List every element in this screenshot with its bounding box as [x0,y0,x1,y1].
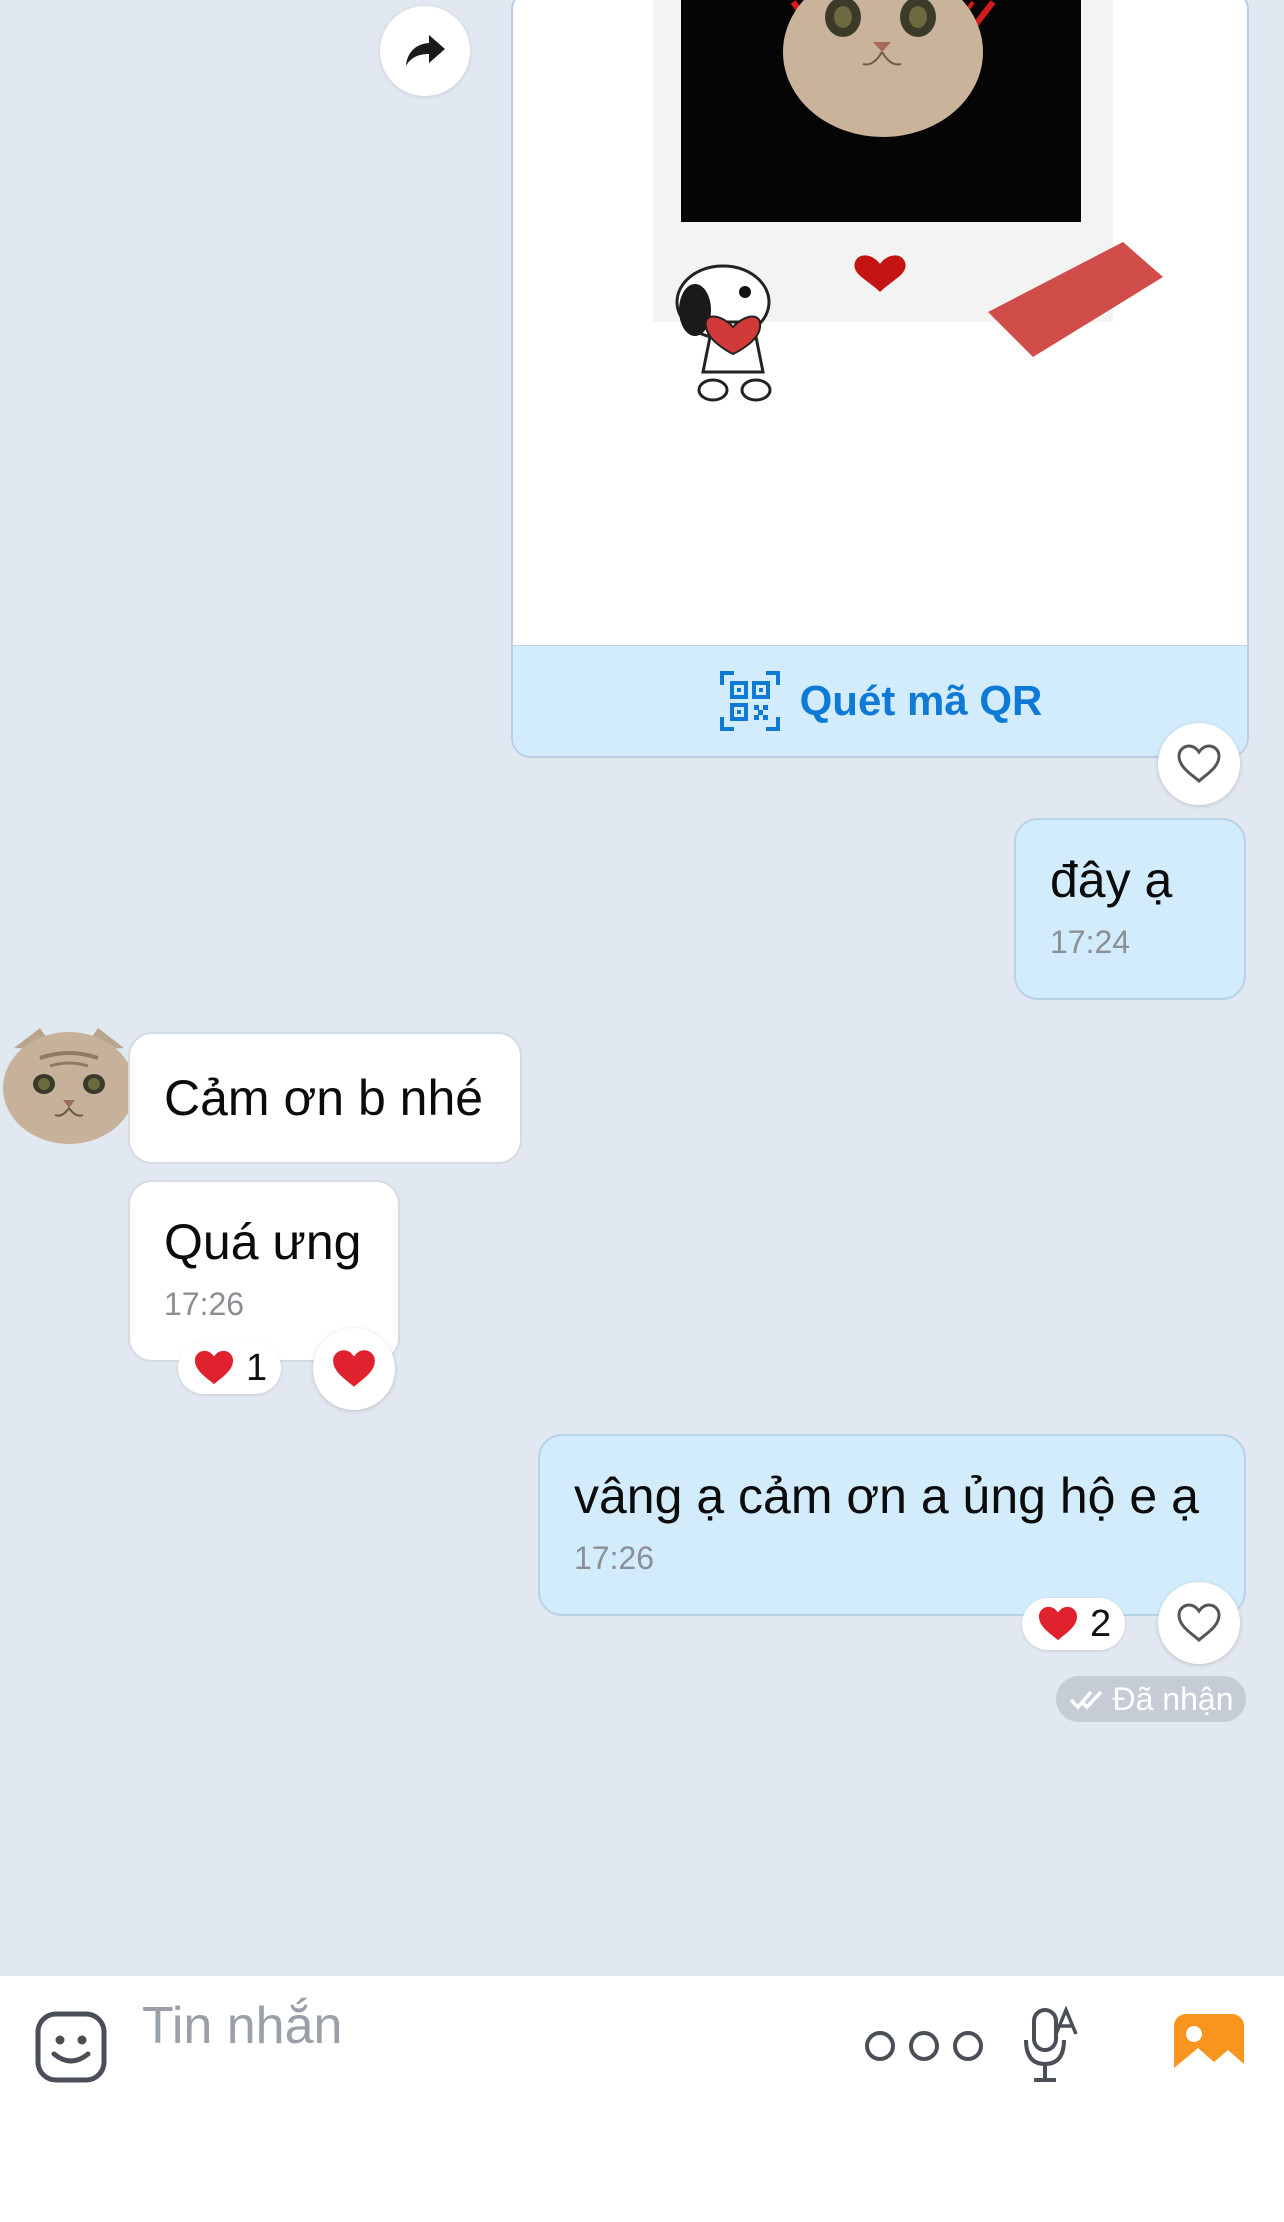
more-options-icon[interactable] [862,2026,986,2066]
message-text: Quá ưng [164,1214,362,1270]
outgoing-message[interactable]: đây ạ 17:24 [1014,818,1246,1000]
message-input-bar: Tin nhắn [0,1976,1284,2222]
scan-qr-button[interactable]: Quét mã QR [513,645,1247,756]
heart-filled-icon [194,1350,234,1385]
message-text: đây ạ [1050,852,1173,908]
delivery-status-label: Đã nhận [1112,1680,1234,1717]
heart-filled-icon [333,1350,375,1387]
reaction-summary[interactable]: 1 [178,1342,282,1394]
heart-outline-icon [1177,1603,1221,1642]
forward-arrow-icon [406,35,445,66]
outgoing-message[interactable]: vâng ạ cảm ơn a ủng hộ e ạ 17:26 [538,1434,1246,1616]
message-time: 17:24 [1050,924,1131,960]
heart-filled-icon [1038,1606,1078,1641]
message-time: 17:26 [574,1540,655,1576]
emoji-sticker-icon[interactable] [34,2010,108,2084]
scan-qr-label: Quét mã QR [799,677,1043,724]
react-heart-button[interactable] [1158,1582,1240,1664]
message-time: 17:26 [164,1286,245,1322]
contact-avatar[interactable] [0,1018,138,1148]
incoming-message[interactable]: Cảm ơn b nhé [128,1032,522,1164]
qr-photo-image [513,0,1247,644]
qr-image-message[interactable]: Quét mã QR [511,0,1249,758]
message-text: vâng ạ cảm ơn a ủng hộ e ạ [574,1468,1199,1524]
reaction-summary[interactable]: 2 [1022,1598,1126,1650]
react-heart-button[interactable] [1158,723,1240,805]
message-input[interactable]: Tin nhắn [142,1996,342,2056]
heart-outline-icon [1177,744,1221,783]
gallery-icon[interactable] [1172,2012,1246,2082]
double-check-icon [1069,1690,1102,1710]
delivery-status-badge: Đã nhận [1056,1676,1246,1722]
reaction-count: 2 [1090,1602,1112,1645]
reaction-count: 1 [246,1346,268,1389]
forward-button[interactable] [380,6,470,96]
qr-scan-icon [719,671,780,731]
message-text: Cảm ơn b nhé [164,1070,484,1126]
voice-to-text-icon[interactable] [1022,2006,1078,2088]
react-heart-button[interactable] [313,1328,395,1410]
